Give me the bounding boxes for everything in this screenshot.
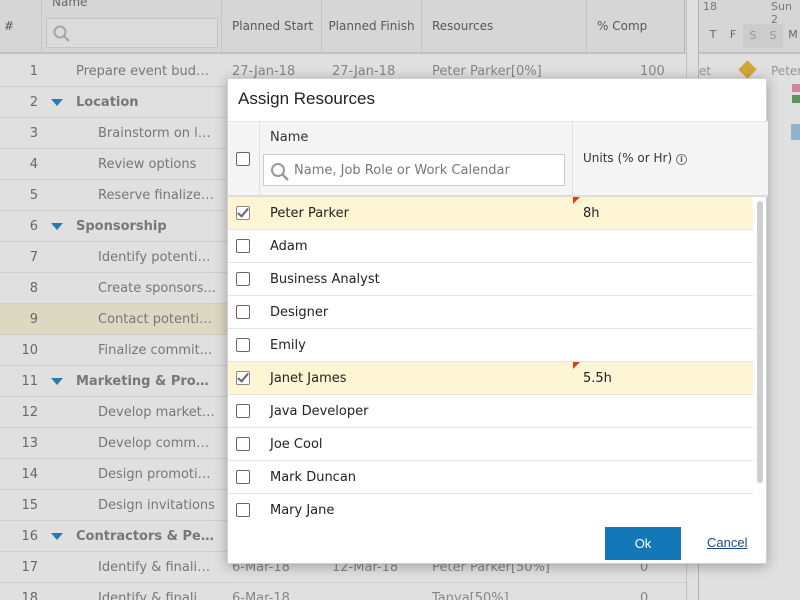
resource-name: Peter Parker bbox=[270, 206, 349, 221]
units-column-header: Units (% or Hr) i bbox=[573, 122, 768, 196]
edited-flag-icon bbox=[573, 362, 580, 369]
resource-list-scrollbar[interactable] bbox=[755, 201, 765, 521]
resource-row[interactable]: Designer bbox=[228, 296, 753, 329]
resource-row[interactable]: Joe Cool bbox=[228, 428, 753, 461]
resource-row[interactable]: Emily bbox=[228, 329, 753, 362]
resource-units[interactable]: 5.5h bbox=[583, 362, 612, 395]
name-column-header: Name bbox=[260, 122, 573, 196]
name-column-label: Name bbox=[270, 130, 309, 145]
units-column-label: Units (% or Hr) bbox=[583, 151, 673, 165]
resource-name: Designer bbox=[270, 305, 329, 320]
resource-checkbox[interactable] bbox=[236, 338, 250, 352]
ok-button[interactable]: Ok bbox=[605, 527, 681, 560]
resource-name: Mary Jane bbox=[270, 503, 335, 518]
resource-name: Joe Cool bbox=[270, 437, 323, 452]
cancel-link[interactable]: Cancel bbox=[707, 535, 747, 550]
resource-name: Business Analyst bbox=[270, 272, 380, 287]
resource-search-input[interactable] bbox=[294, 159, 560, 181]
resource-name: Emily bbox=[270, 338, 306, 353]
select-all-cell bbox=[228, 122, 260, 196]
resource-row[interactable]: Business Analyst bbox=[228, 263, 753, 296]
resource-row[interactable]: Adam bbox=[228, 230, 753, 263]
resource-checkbox[interactable] bbox=[236, 437, 250, 451]
resource-row[interactable]: Java Developer bbox=[228, 395, 753, 428]
resource-checkbox[interactable] bbox=[236, 503, 250, 517]
resource-list-header: Name Units (% or Hr) i bbox=[228, 121, 768, 197]
resource-row[interactable]: Peter Parker 8h bbox=[228, 197, 753, 230]
scrollbar-thumb[interactable] bbox=[757, 201, 763, 483]
resource-row[interactable]: Mark Duncan bbox=[228, 461, 753, 494]
resource-row[interactable]: Janet James 5.5h bbox=[228, 362, 753, 395]
resource-checkbox[interactable] bbox=[236, 239, 250, 253]
resource-checkbox[interactable] bbox=[236, 371, 250, 385]
resource-list: Peter Parker 8h Adam Business Analyst Design… bbox=[228, 197, 753, 522]
info-icon[interactable]: i bbox=[676, 154, 687, 165]
search-icon bbox=[271, 163, 289, 181]
resource-checkbox[interactable] bbox=[236, 404, 250, 418]
edited-flag-icon bbox=[573, 197, 580, 204]
resource-name: Adam bbox=[270, 239, 308, 254]
assign-resources-dialog: Assign Resources Name Units (% or Hr) i … bbox=[227, 78, 768, 564]
resource-search-box[interactable] bbox=[263, 154, 565, 186]
resource-checkbox[interactable] bbox=[236, 470, 250, 484]
select-all-checkbox[interactable] bbox=[236, 152, 250, 166]
resource-name: Janet James bbox=[270, 371, 347, 386]
resource-checkbox[interactable] bbox=[236, 206, 250, 220]
resource-units[interactable]: 8h bbox=[583, 197, 600, 230]
resource-name: Java Developer bbox=[270, 404, 369, 419]
resource-name: Mark Duncan bbox=[270, 470, 357, 485]
resource-row[interactable]: Mary Jane bbox=[228, 494, 753, 522]
resource-checkbox[interactable] bbox=[236, 272, 250, 286]
resource-checkbox[interactable] bbox=[236, 305, 250, 319]
dialog-title: Assign Resources bbox=[238, 89, 376, 108]
